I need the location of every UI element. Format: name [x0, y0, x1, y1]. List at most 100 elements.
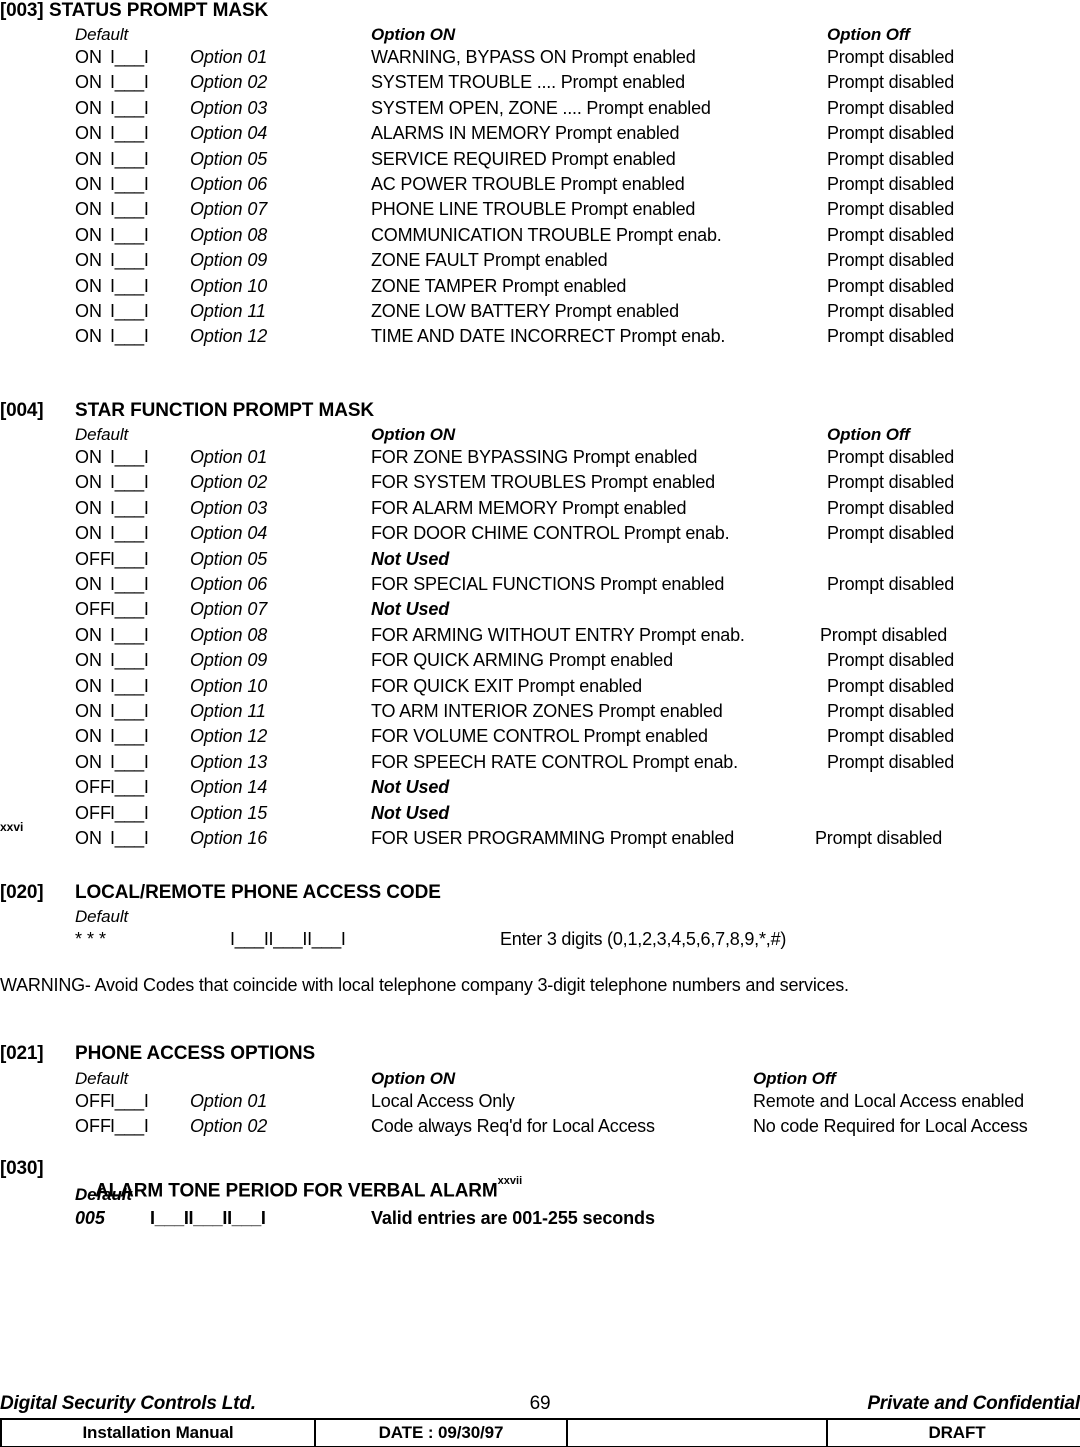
option-checkbox-003-7[interactable]: I___I	[110, 199, 149, 220]
option-checkbox-004-15[interactable]: I___I	[110, 803, 149, 824]
option-off-text-003-6: Prompt disabled	[827, 174, 955, 194]
option-label-003-8: Option 08	[190, 224, 268, 245]
option-off-text-003-8: Prompt disabled	[827, 224, 955, 245]
option-label-003-2: Option 02	[190, 72, 268, 93]
option-on-text-004-4: FOR DOOR CHIME CONTROL Prompt enab.	[371, 523, 730, 544]
code-entry-boxes-020[interactable]: I___II___II___I	[230, 929, 346, 950]
default-state-004-4: ON	[75, 523, 102, 544]
option-checkbox-004-10[interactable]: I___I	[110, 676, 149, 697]
option-label-004-3: Option 03	[190, 497, 268, 518]
option-checkbox-021-2[interactable]: I___I	[110, 1116, 149, 1137]
default-state-004-3: ON	[75, 497, 102, 518]
option-label-003-4: Option 04	[190, 123, 268, 144]
option-label-004-10: Option 10	[190, 675, 268, 696]
footer-cell-blank	[566, 1418, 828, 1447]
default-state-004-13: ON	[75, 751, 102, 772]
default-state-021-1: OFF	[75, 1091, 111, 1111]
option-off-text-004-11: Prompt disabled	[827, 701, 955, 721]
option-checkbox-004-6[interactable]: I___I	[110, 574, 149, 595]
option-on-text-003-2: SYSTEM TROUBLE .... Prompt enabled	[371, 72, 685, 93]
section-030-superscript: xxvii	[497, 1175, 523, 1187]
option-checkbox-004-9[interactable]: I___I	[110, 650, 149, 671]
column-header-option-on-003: Option ON	[371, 25, 456, 44]
option-checkbox-004-12[interactable]: I___I	[110, 726, 149, 747]
option-label-003-5: Option 05	[190, 148, 268, 169]
footer-table-row: Installation Manual DATE : 09/30/97 DRAF…	[0, 1418, 1080, 1447]
option-on-text-004-12: FOR VOLUME CONTROL Prompt enabled	[371, 726, 708, 747]
option-checkbox-003-2[interactable]: I___I	[110, 72, 149, 93]
option-checkbox-004-11[interactable]: I___I	[110, 701, 149, 722]
option-off-text-003-7: Prompt disabled	[827, 199, 955, 220]
column-header-default-021: Default	[75, 1069, 129, 1088]
option-checkbox-003-11[interactable]: I___I	[110, 301, 149, 322]
column-header-option-off-003: Option Off	[827, 25, 910, 44]
option-off-text-003-9: Prompt disabled	[827, 250, 955, 271]
option-off-text-003-10: Prompt disabled	[827, 275, 955, 296]
column-header-default-020: Default	[75, 907, 129, 926]
option-checkbox-004-2[interactable]: I___I	[110, 472, 149, 493]
option-label-004-11: Option 11	[190, 701, 266, 721]
option-on-text-003-5: SERVICE REQUIRED Prompt enabled	[371, 148, 676, 169]
section-number-003: [003]	[0, 0, 44, 21]
footer-cell-date: DATE : 09/30/97	[314, 1418, 568, 1447]
option-on-text-004-1: FOR ZONE BYPASSING Prompt enabled	[371, 447, 698, 467]
option-off-text-004-12: Prompt disabled	[827, 726, 955, 747]
default-state-004-8: ON	[75, 624, 102, 645]
option-checkbox-004-14[interactable]: I___I	[110, 777, 149, 798]
option-off-text-003-3: Prompt disabled	[827, 97, 955, 118]
option-on-text-004-3: FOR ALARM MEMORY Prompt enabled	[371, 497, 687, 518]
option-off-text-021-2: No code Required for Local Access	[753, 1116, 1028, 1137]
option-on-text-004-11: TO ARM INTERIOR ZONES Prompt enabled	[371, 701, 723, 721]
option-checkbox-003-5[interactable]: I___I	[110, 149, 149, 170]
default-state-004-14: OFF	[75, 777, 111, 798]
column-header-option-on-021: Option ON	[371, 1069, 456, 1088]
section-number-020: [020]	[0, 882, 44, 903]
option-label-004-9: Option 09	[190, 650, 268, 671]
option-label-004-15: Option 15	[190, 802, 268, 823]
default-state-003-12: ON	[75, 326, 102, 347]
option-checkbox-003-9[interactable]: I___I	[110, 250, 149, 271]
option-off-text-003-11: Prompt disabled	[827, 301, 955, 321]
option-checkbox-004-13[interactable]: I___I	[110, 752, 149, 773]
default-state-003-4: ON	[75, 123, 102, 144]
option-label-003-12: Option 12	[190, 326, 268, 347]
option-checkbox-004-4[interactable]: I___I	[110, 523, 149, 544]
instruction-020: Enter 3 digits (0,1,2,3,4,5,6,7,8,9,*,#)	[500, 929, 787, 949]
footer-confidentiality: Private and Confidential	[867, 1393, 1080, 1414]
option-checkbox-003-10[interactable]: I___I	[110, 276, 149, 297]
option-checkbox-004-1[interactable]: I___I	[110, 447, 149, 468]
option-label-004-1: Option 01	[190, 447, 268, 467]
column-header-default-004: Default	[75, 425, 129, 444]
option-label-004-16: Option 16	[190, 828, 268, 848]
option-checkbox-003-3[interactable]: I___I	[110, 98, 149, 119]
option-checkbox-004-7[interactable]: I___I	[110, 599, 149, 620]
option-on-text-004-7: Not Used	[371, 599, 450, 620]
option-checkbox-004-8[interactable]: I___I	[110, 625, 149, 646]
default-state-004-7: OFF	[75, 599, 111, 620]
default-state-004-16: ON	[75, 828, 102, 848]
option-checkbox-003-6[interactable]: I___I	[110, 174, 149, 195]
option-label-003-3: Option 03	[190, 97, 268, 118]
option-checkbox-003-8[interactable]: I___I	[110, 225, 149, 246]
option-label-003-1: Option 01	[190, 47, 268, 67]
option-checkbox-004-16[interactable]: I___I	[110, 828, 149, 849]
default-value-030: 005	[75, 1208, 105, 1228]
default-value-020: * * *	[75, 929, 107, 949]
footer-table: Installation Manual DATE : 09/30/97 DRAF…	[0, 1418, 1080, 1447]
option-checkbox-003-4[interactable]: I___I	[110, 123, 149, 144]
default-state-004-1: ON	[75, 447, 102, 467]
option-on-text-004-6: FOR SPECIAL FUNCTIONS Prompt enabled	[371, 574, 725, 594]
default-state-004-5: OFF	[75, 548, 111, 569]
option-off-text-004-1: Prompt disabled	[827, 447, 955, 467]
option-checkbox-003-12[interactable]: I___I	[110, 326, 149, 347]
default-state-004-2: ON	[75, 472, 102, 493]
option-off-text-004-9: Prompt disabled	[827, 650, 955, 671]
section-number-030: [030]	[0, 1158, 44, 1179]
default-state-003-1: ON	[75, 47, 102, 67]
option-checkbox-003-1[interactable]: I___I	[110, 47, 149, 68]
option-checkbox-021-1[interactable]: I___I	[110, 1091, 149, 1112]
value-entry-boxes-030[interactable]: I___II___II___I	[150, 1208, 266, 1229]
option-on-text-004-2: FOR SYSTEM TROUBLES Prompt enabled	[371, 472, 715, 493]
option-checkbox-004-3[interactable]: I___I	[110, 498, 149, 519]
option-checkbox-004-5[interactable]: I___I	[110, 549, 149, 570]
